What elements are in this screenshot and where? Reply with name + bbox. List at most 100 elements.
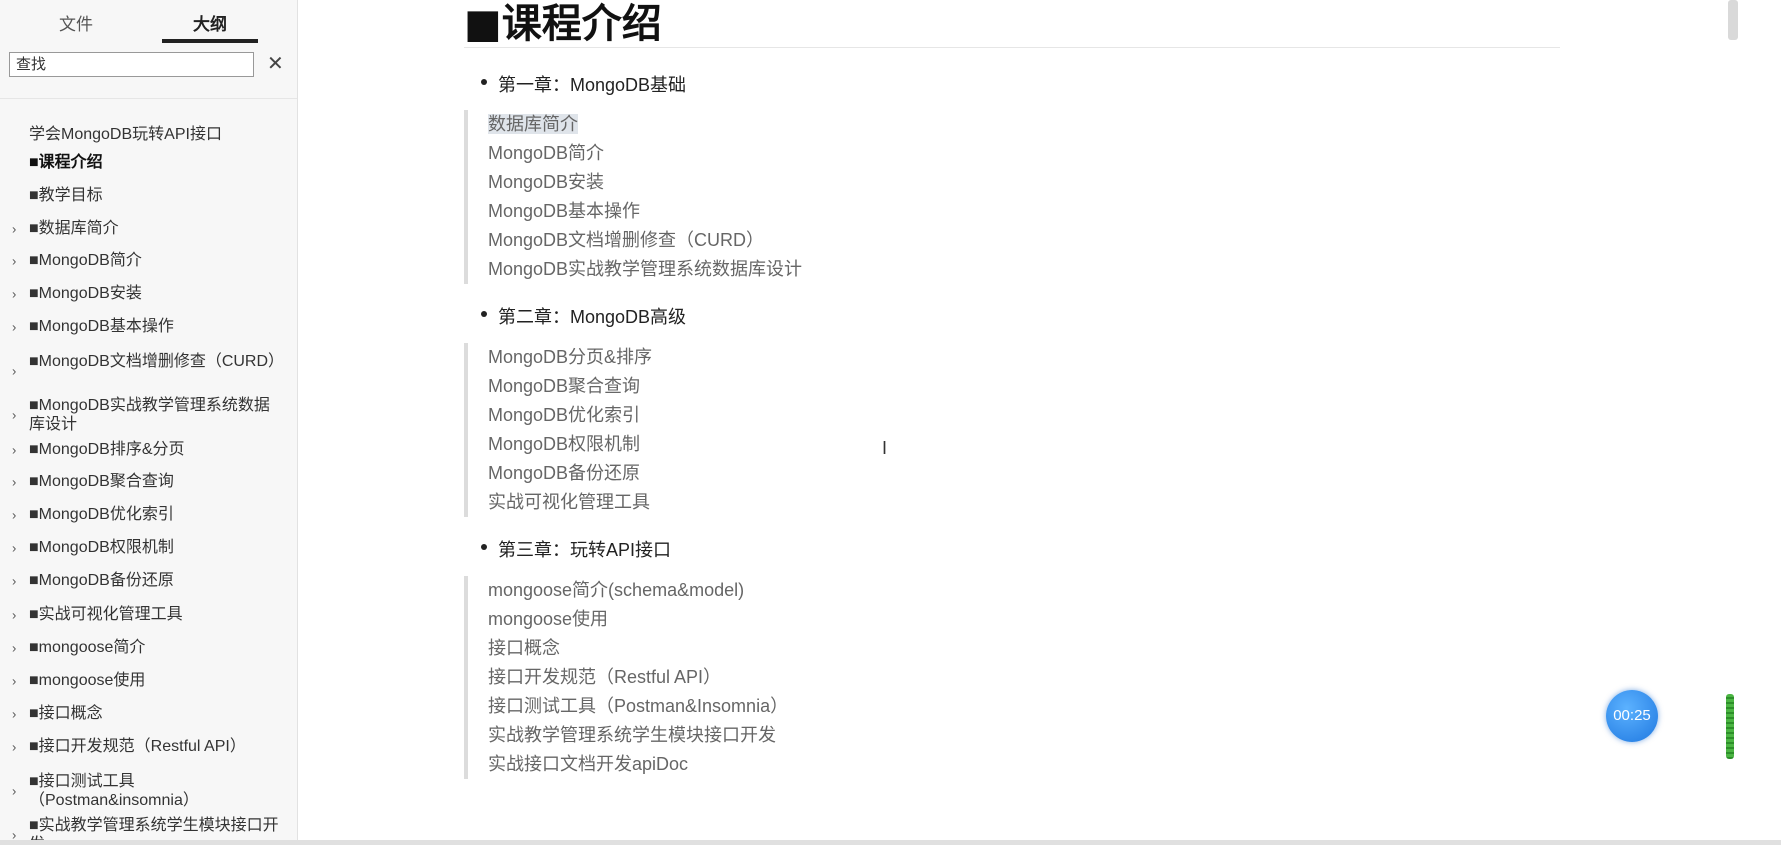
list-item: MongoDB权限机制 [488,434,641,454]
outline-item-label: ■接口概念 [29,705,103,722]
outline-item[interactable]: › ■mongoose简介 [0,638,297,657]
chapter-heading: 第一章：MongoDB基础 [481,71,687,97]
outline-item-label: ■MongoDB权限机制 [29,539,174,556]
chapter-title: 第二章：MongoDB高级 [498,307,687,327]
outline-item-label: ■MongoDB文档增删修查（CURD） [29,353,285,370]
outline-item-label: 学会MongoDB玩转API接口 [29,126,222,143]
outline-item-label: ■mongoose简介 [29,639,146,656]
chapter-title: 第三章：玩转API接口 [498,540,672,560]
outline-item[interactable]: › ■MongoDB聚合查询 [0,472,297,491]
selected-text[interactable]: 数据库简介 [488,114,578,134]
chapter-heading: 第二章：MongoDB高级 [481,303,687,329]
outline-item[interactable]: › ■接口开发规范（Restful API） [0,737,297,756]
chevron-right-icon[interactable]: › [12,406,16,425]
list-item: MongoDB文档增删修查（CURD） [488,230,765,250]
chapter-list: MongoDB分页&排序 MongoDB聚合查询 MongoDB优化索引 Mon… [464,343,864,517]
chevron-right-icon[interactable]: › [12,472,16,491]
outline-item-label: ■MongoDB聚合查询 [29,473,174,490]
outline-item-label: ■MongoDB优化索引 [29,506,174,523]
outline-search: ✕ [9,52,289,82]
outline-item-label: ■MongoDB排序&分页 [29,441,185,458]
outline-item[interactable]: 学会MongoDB玩转API接口 [0,125,297,144]
recording-timer[interactable]: 00:25 [1606,690,1658,742]
scrollbar[interactable] [1735,0,1781,845]
chevron-right-icon[interactable]: › [12,638,16,657]
chevron-right-icon[interactable]: › [12,284,16,303]
outline-item[interactable]: › ■实战可视化管理工具 [0,605,297,624]
list-item: MongoDB简介 [488,143,605,163]
outline-item-label: ■教学目标 [29,187,103,204]
list-item: 接口测试工具（Postman&Insomnia） [488,696,789,716]
chevron-right-icon[interactable]: › [12,251,16,270]
chevron-right-icon[interactable]: › [12,704,16,723]
bullet-icon [481,79,487,85]
outline-item-label: ■mongoose使用 [29,672,146,689]
outline-item-label: ■MongoDB基本操作 [29,318,174,335]
list-item: mongoose使用 [488,609,609,629]
sidebar-tabs: 文件 大纲 [0,0,297,46]
list-item: 数据库简介 [488,110,864,139]
outline-item[interactable]: › ■MongoDB安装 [0,284,297,303]
outline-sidebar: 文件 大纲 ✕ 学会MongoDB玩转API接口 ■课程介绍 ■教学目标 › ■数据库简… [0,0,298,845]
outline-item[interactable]: › ■MongoDB权限机制 [0,538,297,557]
page-title: ■课程介绍 [464,1,662,47]
active-tab-indicator [162,39,258,43]
outline-item[interactable]: › ■数据库简介 [0,219,297,238]
chevron-right-icon[interactable]: › [12,505,16,524]
chevron-right-icon[interactable]: › [12,671,16,690]
outline-item-label: ■接口测试工具（Postman&insomnia） [29,773,199,809]
list-item: 实战可视化管理工具 [488,492,650,512]
chapter-list: 数据库简介 MongoDB简介 MongoDB安装 MongoDB基本操作 Mo… [464,110,864,284]
outline-item-label: ■MongoDB安装 [29,285,142,302]
bullet-icon [481,544,487,550]
outline-item[interactable]: › ■MongoDB实战教学管理系统数据库设计 [0,396,297,434]
tab-files[interactable]: 文件 [26,10,126,35]
outline-item[interactable]: › ■MongoDB基本操作 [0,317,297,336]
chevron-right-icon[interactable]: › [12,538,16,557]
chevron-right-icon[interactable]: › [12,440,16,459]
chevron-right-icon[interactable]: › [12,317,16,336]
progress-indicator [1726,694,1734,759]
chevron-right-icon[interactable]: › [12,737,16,756]
chevron-right-icon[interactable]: › [12,782,16,801]
list-item: 实战接口文档开发apiDoc [488,754,689,774]
list-item: 接口概念 [488,638,560,658]
outline-item[interactable]: › ■接口测试工具（Postman&insomnia） [0,772,297,810]
outline-item[interactable]: › ■MongoDB优化索引 [0,505,297,524]
list-item: MongoDB分页&排序 [488,347,653,367]
search-input[interactable] [9,52,254,77]
outline-item[interactable]: › ■MongoDB备份还原 [0,571,297,590]
list-item: 实战教学管理系统学生模块接口开发 [488,725,776,745]
outline-item[interactable]: › ■接口概念 [0,704,297,723]
chapter-heading: 第三章：玩转API接口 [481,536,672,562]
heading-rule [464,47,1560,48]
chevron-right-icon[interactable]: › [12,605,16,624]
chapter-title: 第一章：MongoDB基础 [498,75,687,95]
chevron-right-icon[interactable]: › [12,571,16,590]
close-icon[interactable]: ✕ [267,52,284,76]
chapter-list: mongoose简介(schema&model) mongoose使用 接口概念… [464,576,864,779]
outline-item[interactable]: › ■MongoDB简介 [0,251,297,270]
list-item: MongoDB基本操作 [488,201,641,221]
bottom-edge [0,840,1781,845]
list-item: MongoDB实战教学管理系统数据库设计 [488,259,803,279]
outline-item[interactable]: › ■MongoDB文档增删修查（CURD） [0,352,297,390]
bullet-icon [481,311,487,317]
outline-item-label: ■MongoDB备份还原 [29,572,174,589]
text-cursor-icon: I [882,438,888,458]
outline-item[interactable]: ■教学目标 [0,186,297,205]
outline-item-label: ■MongoDB简介 [29,252,142,269]
list-item: mongoose简介(schema&model) [488,580,745,600]
outline-item-label: ■接口开发规范（Restful API） [29,738,246,755]
outline-item[interactable]: › ■MongoDB排序&分页 [0,440,297,459]
chevron-right-icon[interactable]: › [12,219,16,238]
outline-item[interactable]: › ■mongoose使用 [0,671,297,690]
list-item: MongoDB安装 [488,172,605,192]
outline-item-label: ■实战可视化管理工具 [29,606,183,623]
chevron-right-icon[interactable]: › [12,362,16,381]
scrollbar-thumb[interactable] [1728,0,1738,40]
outline-item[interactable]: ■课程介绍 [0,153,297,172]
outline-item-label: ■数据库简介 [29,220,119,237]
list-item: MongoDB聚合查询 [488,376,641,396]
tab-outline[interactable]: 大纲 [160,10,260,35]
